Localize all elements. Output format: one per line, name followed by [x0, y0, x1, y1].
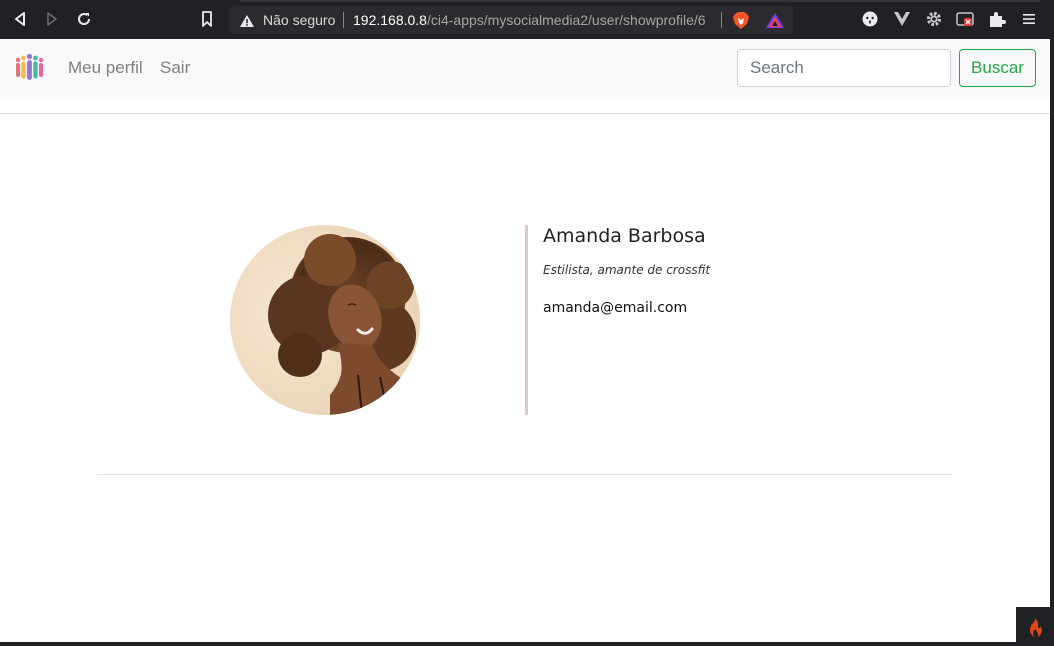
tab-strip-edge — [240, 0, 1040, 2]
brave-shield-icon[interactable] — [732, 11, 750, 34]
profile-name: Amanda Barbosa — [543, 225, 706, 247]
nav-link-sair[interactable]: Sair — [160, 58, 190, 78]
gear-icon[interactable] — [925, 10, 943, 28]
url-path: /ci4-apps/mysocialmedia2/user/showprofil… — [426, 12, 706, 28]
nav-link-meu-perfil[interactable]: Meu perfil — [68, 58, 143, 78]
reload-icon[interactable] — [74, 9, 94, 29]
url-host: 192.168.0.8 — [353, 12, 427, 28]
profile-avatar — [230, 225, 420, 415]
search-input[interactable] — [737, 49, 951, 87]
search-button[interactable]: Buscar — [959, 49, 1036, 87]
site-navbar: Meu perfil Sair Buscar — [0, 39, 1054, 97]
header-divider — [0, 113, 1050, 114]
back-icon[interactable] — [10, 9, 30, 29]
extension-emoji-icon[interactable] — [861, 10, 879, 28]
forward-icon[interactable] — [42, 9, 62, 29]
profile-divider — [525, 225, 528, 415]
codeigniter-flame-icon[interactable] — [1016, 607, 1054, 646]
section-divider — [97, 474, 952, 475]
people-logo-icon[interactable] — [14, 53, 45, 83]
url-text[interactable]: 192.168.0.8/ci4-apps/mysocialmedia2/user… — [353, 12, 706, 28]
profile-email: amanda@email.com — [543, 300, 688, 316]
brave-rewards-icon[interactable] — [765, 12, 785, 33]
not-secure-label[interactable]: Não seguro — [263, 12, 335, 28]
browser-toolbar: Não seguro 192.168.0.8/ci4-apps/mysocial… — [0, 0, 1054, 39]
address-bar[interactable]: Não seguro 192.168.0.8/ci4-apps/mysocial… — [229, 6, 793, 34]
window-frame-bottom — [0, 642, 1054, 646]
puzzle-icon[interactable] — [988, 10, 1006, 28]
menu-icon[interactable] — [1020, 10, 1038, 28]
extension-vue-icon[interactable] — [893, 10, 911, 28]
profile-bio: Estilista, amante de crossfit — [543, 263, 711, 277]
warning-icon — [239, 13, 255, 32]
url-divider — [343, 12, 344, 28]
bookmark-icon[interactable] — [197, 9, 217, 29]
window-frame-right — [1050, 39, 1054, 646]
url-divider-right — [721, 12, 722, 28]
extension-blocker-icon[interactable] — [956, 10, 974, 28]
